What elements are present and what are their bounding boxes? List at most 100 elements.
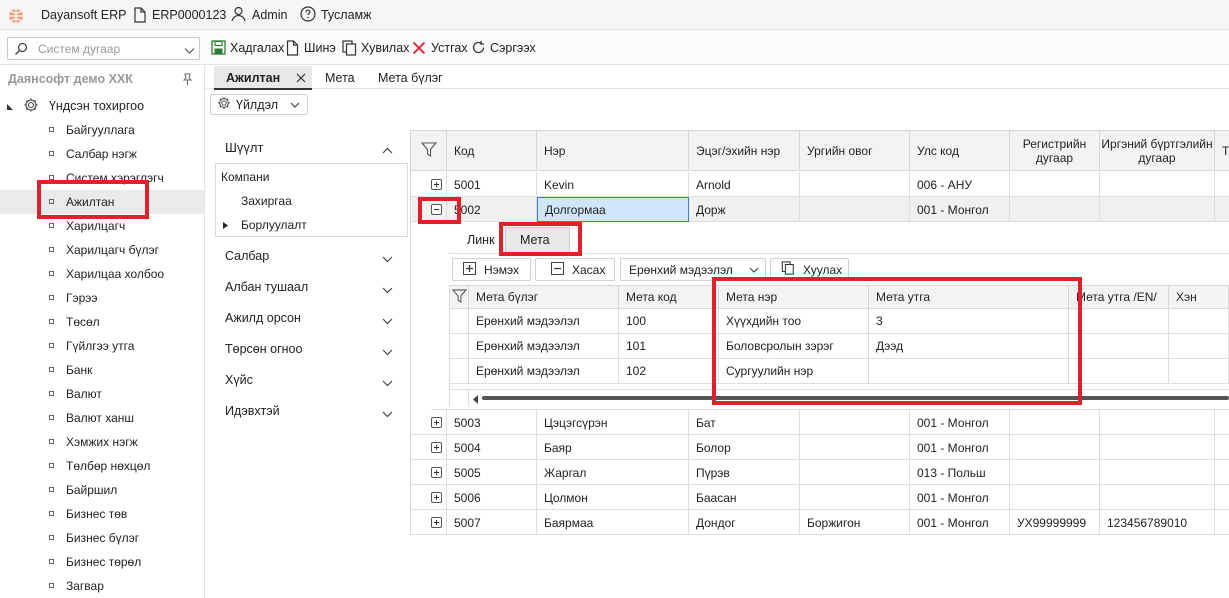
expand-cell[interactable] [411,410,447,435]
table-row[interactable]: 5006 Цолмон Баасан 001 - Монгол [411,485,1229,510]
erp-code[interactable]: ERP0000123 [152,8,226,22]
sidebar-item[interactable]: Салбар нэгж [49,147,137,161]
delete-button[interactable]: Устгах [431,41,468,55]
expand-row-icon[interactable] [431,417,442,428]
filter-section[interactable]: Идэвхтэй [225,404,280,418]
chevron-down-icon[interactable] [382,314,393,328]
collapse-arrow-icon[interactable] [6,100,16,114]
tab-link[interactable]: Линк [467,233,495,247]
filter-item-sales[interactable]: Борлуулалт [241,218,307,232]
expand-cell[interactable] [411,485,447,510]
sidebar-item[interactable]: Байгууллага [49,123,135,137]
meta-row-selector[interactable] [450,359,469,384]
chevron-down-icon[interactable] [382,283,393,297]
horizontal-scrollbar[interactable] [482,396,1229,400]
expand-row-icon[interactable] [431,467,442,478]
expand-row-icon[interactable] [431,442,442,453]
chevron-down-icon[interactable] [382,376,393,390]
filter-item-admin[interactable]: Захиргаа [241,194,292,208]
meta-cell[interactable] [1169,309,1229,334]
sidebar-item[interactable]: Бизнес бүлэг [49,531,139,545]
filter-column[interactable] [411,131,447,171]
save-button[interactable]: Хадгалах [230,41,284,55]
meta-cell[interactable] [1169,359,1229,384]
meta-row-selector[interactable] [450,334,469,359]
expand-row-icon[interactable] [431,179,442,190]
meta-column-header[interactable]: Мета утга [869,286,1069,309]
meta-column-header[interactable]: Хэн [1169,286,1229,309]
meta-row-selector[interactable] [450,309,469,334]
column-header[interactable]: Улс код [910,131,1010,171]
refresh-button[interactable]: Сэргээх [490,41,536,55]
expand-cell[interactable] [411,197,447,222]
add-button[interactable]: Нэмэх [452,258,531,281]
column-header[interactable]: Код [447,131,537,171]
meta-column-header[interactable]: Мета нэр [719,286,869,309]
column-header[interactable]: Ургийн овог [800,131,910,171]
meta-cell[interactable]: 3 [869,309,1069,334]
expand-cell[interactable] [411,435,447,460]
new-button[interactable]: Шинэ [304,41,336,55]
meta-filter-column[interactable] [450,286,469,309]
meta-cell[interactable] [1169,334,1229,359]
filter-section[interactable]: Ажилд орсон [225,311,301,325]
chevron-up-icon[interactable] [382,143,393,157]
filter-section[interactable]: Албан тушаал [225,280,308,294]
sidebar-item[interactable]: Хэмжих нэгж [49,435,138,449]
table-row[interactable]: 5005 Жаргал Пүрэв 013 - Польш [411,460,1229,485]
sidebar-item[interactable]: Төлбөр нөхцөл [49,459,150,473]
help-link[interactable]: Тусламж [321,8,372,22]
sidebar-item[interactable]: Бизнес төрөл [49,555,141,569]
column-header[interactable]: Эцэг/эхийн нэр [689,131,800,171]
tab-meta[interactable]: Мета [325,71,355,85]
table-row[interactable]: 5003 Цэцэгсүрэн Бат 001 - Монгол [411,410,1229,435]
sidebar-item[interactable]: Банк [49,363,92,377]
filter-section[interactable]: Хүйс [225,373,253,387]
action-button[interactable]: Үйлдэл [210,94,308,115]
collapse-row-icon[interactable] [431,204,442,215]
search-box[interactable] [7,37,200,60]
copy-button[interactable]: Хувилах [361,41,409,55]
sidebar-item[interactable]: Гэрээ [49,291,98,305]
meta-cell[interactable] [1069,359,1169,384]
close-icon[interactable] [296,72,306,86]
expand-row-icon[interactable] [431,517,442,528]
table-row[interactable]: 5001 Kevin Arnold 006 - АНУ [411,172,1229,197]
scroll-left-icon[interactable] [473,393,479,407]
new-row-checkbox[interactable] [450,389,469,406]
expand-cell[interactable] [411,172,447,197]
filter-icon[interactable] [420,142,437,160]
column-header[interactable]: Регистрийн дугаар [1010,131,1100,171]
meta-column-header[interactable]: Мета утга /EN/ [1069,286,1169,309]
chevron-down-icon[interactable] [184,44,195,58]
tab-employee[interactable]: Ажилтан [226,71,280,85]
copy-meta-button[interactable]: Хуулах [770,258,849,281]
column-header[interactable]: Иргэний бүртгэлийн дугаар [1100,131,1215,171]
table-row[interactable]: 5002 Долгормаа Дорж 001 - Монгол [411,197,1229,222]
filter-company-label[interactable]: Компани [221,170,269,184]
chevron-down-icon[interactable] [382,345,393,359]
sidebar-item[interactable]: Гүйлгээ утга [49,339,134,353]
sidebar-item[interactable]: Харилцагч [49,219,125,233]
sidebar-item[interactable]: Валют [49,387,102,401]
expand-cell[interactable] [411,510,447,535]
sidebar-item[interactable]: Харилцаа холбоо [49,267,164,281]
sidebar-item[interactable]: Ажилтан [49,195,114,209]
chevron-down-icon[interactable] [382,407,393,421]
column-header[interactable]: Нэр [537,131,689,171]
chevron-down-icon[interactable] [382,252,393,266]
meta-column-header[interactable]: Мета бүлэг [469,286,619,309]
tree-root[interactable]: Үндсэн тохиргоо [6,97,144,116]
table-row[interactable]: 5007 Баярмаа Дондог Боржигон 001 - Монгол УХ9… [411,510,1229,535]
sidebar-item[interactable]: Загвар [49,579,104,593]
user-name[interactable]: Admin [252,8,287,22]
expand-arrow-icon[interactable] [222,219,229,233]
sidebar-item[interactable]: Төсөл [49,315,100,329]
meta-cell[interactable] [869,359,1069,384]
expand-row-icon[interactable] [431,492,442,503]
filter-title[interactable]: Шүүлт [225,140,263,155]
filter-icon[interactable] [451,288,468,306]
sidebar-item[interactable]: Харилцагч бүлэг [49,243,159,257]
column-header[interactable]: Та [1215,131,1229,171]
sidebar-item[interactable]: Байршил [49,483,117,497]
